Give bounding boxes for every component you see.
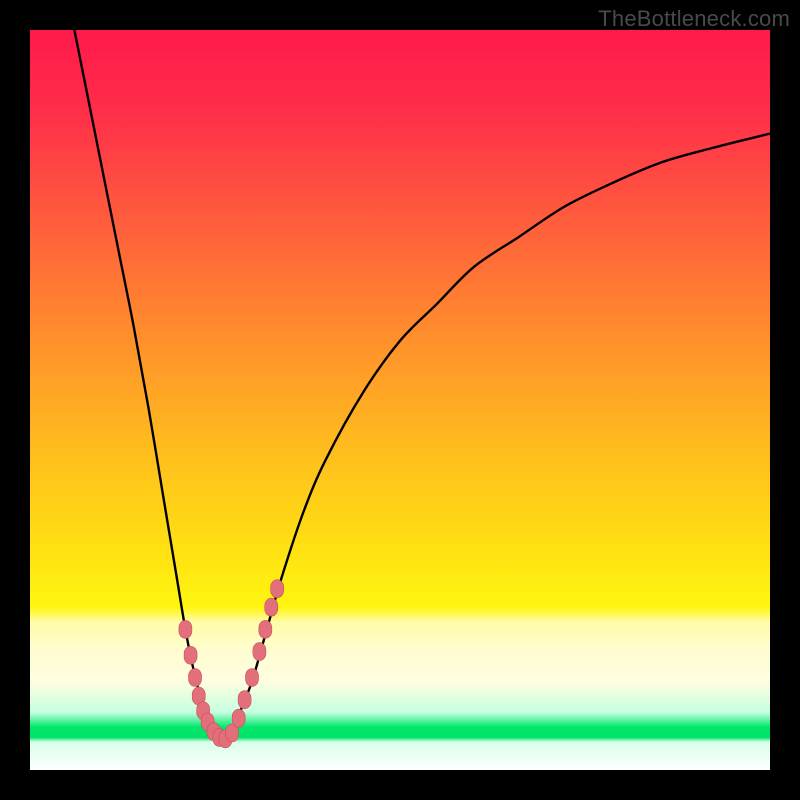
curve-right-branch (222, 134, 770, 741)
data-marker (246, 669, 259, 687)
data-marker (189, 669, 202, 687)
data-marker (179, 620, 192, 638)
frame: TheBottleneck.com (0, 0, 800, 800)
data-marker (259, 620, 272, 638)
plot-area (30, 30, 770, 770)
data-marker (271, 580, 284, 598)
curve-left-branch (74, 30, 222, 740)
watermark-text: TheBottleneck.com (598, 6, 790, 32)
data-marker (232, 709, 245, 727)
data-marker (184, 646, 197, 664)
chart-svg (30, 30, 770, 770)
data-marker (265, 598, 278, 616)
data-marker (253, 643, 266, 661)
data-marker (238, 691, 251, 709)
marker-group (179, 580, 284, 748)
